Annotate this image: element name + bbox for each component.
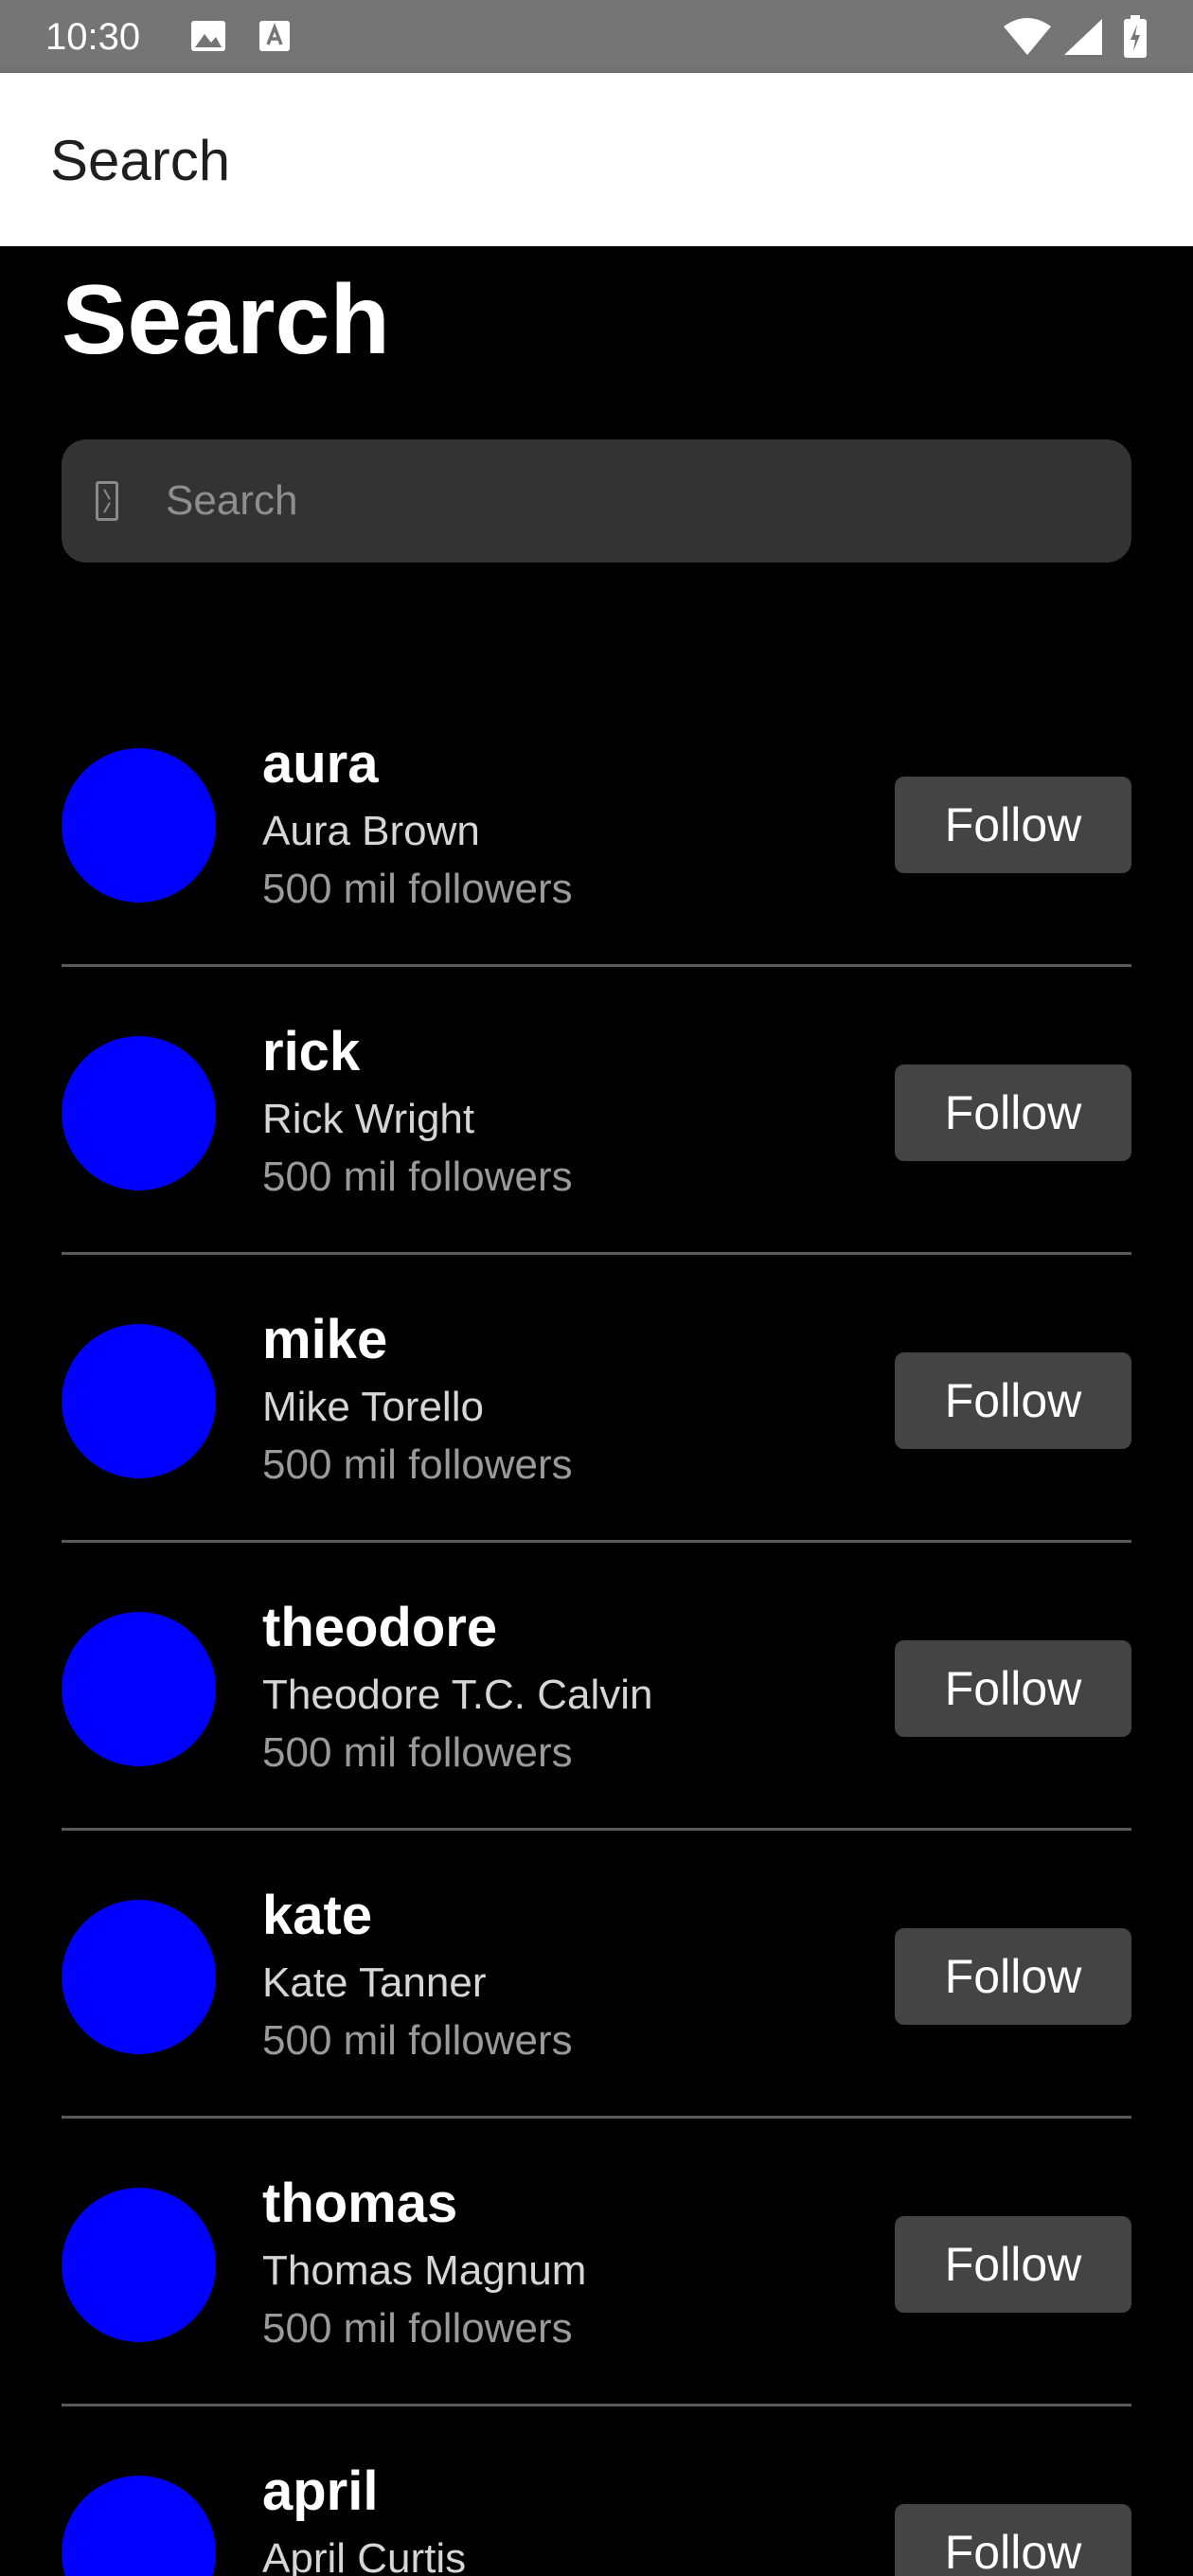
follow-button[interactable]: Follow — [895, 1064, 1131, 1161]
status-bar: 10:30 — [0, 0, 1193, 73]
follow-button[interactable]: Follow — [895, 1640, 1131, 1737]
username: april — [262, 2460, 379, 2522]
username: theodore — [262, 1597, 498, 1658]
wifi-icon — [1002, 17, 1053, 62]
status-time: 10:30 — [45, 16, 141, 58]
app-bar-title: Search — [50, 129, 231, 192]
app-bar: Search — [0, 73, 1193, 246]
full-name: Theodore T.C. Calvin — [262, 1672, 653, 1718]
list-item-theodore[interactable]: theodore Theodore T.C. Calvin 500 mil fo… — [0, 1508, 1193, 1831]
battery-icon — [1123, 15, 1148, 63]
follower-count: 500 mil followers — [262, 1729, 573, 1776]
username: aura — [262, 733, 379, 795]
follower-count: 500 mil followers — [262, 866, 573, 912]
avatar[interactable] — [62, 1324, 216, 1478]
search-bar[interactable] — [62, 439, 1131, 563]
follower-count: 500 mil followers — [262, 2305, 573, 2352]
page-title: Search — [62, 265, 390, 375]
username: kate — [262, 1885, 373, 1946]
list-item-thomas[interactable]: thomas Thomas Magnum 500 mil followers F… — [0, 2084, 1193, 2406]
follower-count: 500 mil followers — [262, 2017, 573, 2064]
full-name: April Curtis — [262, 2535, 467, 2576]
list-item-aura[interactable]: aura Aura Brown 500 mil followers Follow — [0, 644, 1193, 967]
list-item-mike[interactable]: mike Mike Torello 500 mil followers Foll… — [0, 1220, 1193, 1543]
follow-button[interactable]: Follow — [895, 2216, 1131, 2313]
full-name: Mike Torello — [262, 1384, 484, 1430]
full-name: Thomas Magnum — [262, 2247, 587, 2294]
avatar[interactable] — [62, 1900, 216, 2054]
follower-count: 500 mil followers — [262, 1441, 573, 1488]
follow-button[interactable]: Follow — [895, 2504, 1131, 2576]
font-icon — [258, 19, 292, 58]
follow-button[interactable]: Follow — [895, 777, 1131, 873]
signal-icon — [1062, 17, 1104, 62]
avatar[interactable] — [62, 2188, 216, 2342]
list-item-kate[interactable]: kate Kate Tanner 500 mil followers Follo… — [0, 1796, 1193, 2119]
full-name: Kate Tanner — [262, 1959, 487, 2006]
full-name: Rick Wright — [262, 1096, 475, 1142]
gallery-icon — [189, 19, 227, 58]
full-name: Aura Brown — [262, 808, 480, 854]
search-input[interactable] — [164, 439, 1111, 563]
follower-count: 500 mil followers — [262, 1154, 573, 1200]
username: mike — [262, 1309, 388, 1370]
main-content[interactable]: Search aura Aura Brown 500 mil followers… — [0, 246, 1193, 2576]
avatar[interactable] — [62, 748, 216, 903]
avatar[interactable] — [62, 1612, 216, 1766]
user-list: aura Aura Brown 500 mil followers Follow… — [0, 644, 1193, 2576]
username: thomas — [262, 2173, 458, 2234]
avatar[interactable] — [62, 2476, 216, 2576]
avatar[interactable] — [62, 1036, 216, 1190]
username: rick — [262, 1021, 361, 1082]
follow-button[interactable]: Follow — [895, 1352, 1131, 1449]
follow-button[interactable]: Follow — [895, 1928, 1131, 2025]
list-item-rick[interactable]: rick Rick Wright 500 mil followers Follo… — [0, 932, 1193, 1255]
list-item-april[interactable]: april April Curtis 500 mil followers Fol… — [0, 2371, 1193, 2576]
missing-glyph-icon — [96, 481, 118, 521]
